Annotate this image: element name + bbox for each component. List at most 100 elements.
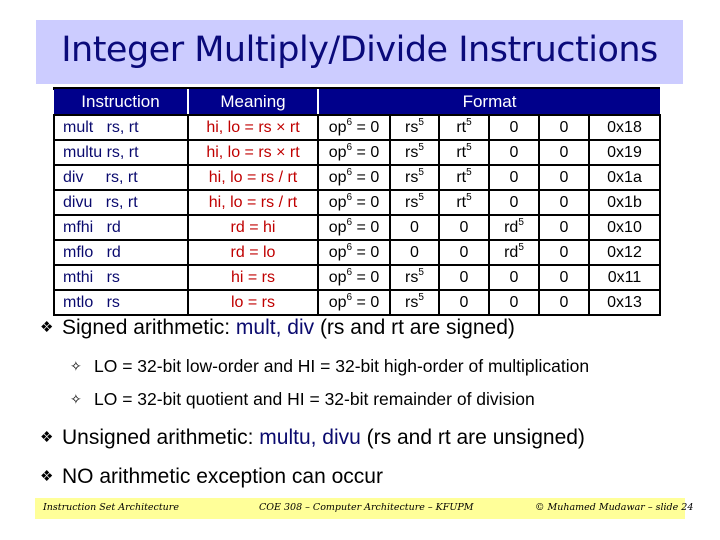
table-row: div rs, rt hi, lo = rs / rt op6 = 0 rs5 … — [53, 164, 661, 191]
cell-text: op — [328, 118, 347, 136]
cell-text: 0x11 — [607, 268, 642, 286]
field-shamt-cell: 0 — [538, 164, 590, 191]
opcode-cell: op6 = 0 — [317, 214, 391, 241]
cell-text: hi, lo = rs × rt — [206, 143, 300, 161]
opcode-cell: op6 = 0 — [317, 114, 391, 141]
table-row: mfhi rd rd = hi op6 = 0 0 0 rd5 0 0x10 — [53, 214, 661, 241]
header-meaning: Meaning — [187, 89, 318, 116]
field-shamt-cell: 0 — [538, 189, 590, 216]
header-instruction: Instruction — [54, 89, 188, 116]
bullet-highlight: mult, div — [235, 316, 315, 339]
instruction-cell: mflo rd — [53, 239, 189, 266]
meaning-cell: rd = hi — [187, 214, 319, 241]
cell-text: 0 — [459, 268, 469, 286]
cell-text: mult rs, rt — [63, 118, 139, 136]
cell-text: 0 — [559, 193, 569, 211]
bit-width-superscript: 5 — [418, 191, 424, 203]
instruction-cell: divu rs, rt — [53, 189, 189, 216]
cell-text: 0 — [509, 293, 519, 311]
table-row: mflo rd rd = lo op6 = 0 0 0 rd5 0 0x12 — [53, 239, 661, 266]
cell-text: divu rs, rt — [63, 193, 138, 211]
bit-width-superscript: 5 — [418, 266, 424, 278]
meaning-cell: hi, lo = rs / rt — [187, 189, 319, 216]
instruction-cell: div rs, rt — [53, 164, 189, 191]
star-bullet-icon: ✧ — [70, 391, 82, 407]
bit-width-superscript: 5 — [418, 116, 424, 128]
bit-width-superscript: 5 — [418, 166, 424, 178]
cell-text: op — [328, 268, 347, 286]
field-rs-cell: rs5 — [389, 189, 440, 216]
cell-text: 0x13 — [607, 293, 642, 311]
cell-text: rs — [405, 143, 419, 161]
cell-text: op — [328, 243, 347, 261]
field-rd-cell: 0 — [488, 114, 540, 141]
star-bullet-icon: ✧ — [70, 358, 82, 374]
funct-cell: 0x19 — [588, 139, 661, 166]
cell-text: 0 — [509, 143, 519, 161]
cell-text: rs — [405, 168, 419, 186]
cell-text: = 0 — [352, 268, 380, 286]
funct-cell: 0x13 — [588, 289, 661, 316]
diamond-bullet-icon: ❖ — [40, 429, 54, 446]
bit-width-superscript: 5 — [518, 216, 524, 228]
field-rs-cell: 0 — [389, 214, 440, 241]
cell-text: lo = rs — [230, 293, 275, 311]
cell-text: 0 — [459, 218, 469, 236]
instruction-cell: multu rs, rt — [53, 139, 189, 166]
cell-text: = 0 — [352, 193, 380, 211]
funct-cell: 0x11 — [588, 264, 661, 291]
field-rt-cell: 0 — [438, 264, 490, 291]
opcode-cell: op6 = 0 — [317, 139, 391, 166]
sub-bullet-division: ✧ LO = 32-bit quotient and HI = 32-bit re… — [70, 389, 535, 410]
cell-text: op — [328, 218, 347, 236]
cell-text: 0 — [559, 118, 569, 136]
table-header-row: Instruction Meaning Format — [54, 89, 660, 116]
field-rd-cell: 0 — [488, 139, 540, 166]
bullet-unsigned: ❖ Unsigned arithmetic: multu, divu (rs an… — [40, 426, 585, 450]
cell-text: 0 — [509, 193, 519, 211]
cell-text: = 0 — [352, 218, 380, 236]
bit-width-superscript: 5 — [418, 291, 424, 303]
cell-text: hi, lo = rs / rt — [208, 193, 298, 211]
cell-text: 0x10 — [607, 218, 642, 236]
field-rs-cell: rs5 — [389, 114, 440, 141]
sub-bullet-multiplication: ✧ LO = 32-bit low-order and HI = 32-bit h… — [70, 356, 589, 377]
funct-cell: 0x12 — [588, 239, 661, 266]
cell-text: rd = lo — [230, 243, 276, 261]
field-rs-cell: rs5 — [389, 164, 440, 191]
cell-text: 0 — [410, 243, 419, 261]
cell-text: 0 — [459, 243, 469, 261]
table-row: mtlo rs lo = rs op6 = 0 rs5 0 0 0 0x13 — [53, 289, 661, 316]
bit-width-superscript: 5 — [466, 166, 472, 178]
meaning-cell: hi = rs — [187, 264, 319, 291]
cell-text: hi, lo = rs / rt — [208, 168, 298, 186]
field-shamt-cell: 0 — [538, 214, 590, 241]
cell-text: rd = hi — [230, 218, 276, 236]
cell-text: = 0 — [352, 143, 380, 161]
cell-text: 0 — [509, 268, 519, 286]
field-shamt-cell: 0 — [538, 264, 590, 291]
field-rd-cell: 0 — [488, 189, 540, 216]
cell-text: 0x19 — [607, 143, 642, 161]
opcode-cell: op6 = 0 — [317, 164, 391, 191]
cell-text: = 0 — [352, 293, 380, 311]
table-row: multu rs, rt hi, lo = rs × rt op6 = 0 rs… — [53, 139, 661, 166]
cell-text: 0 — [559, 218, 569, 236]
cell-text: op — [328, 168, 347, 186]
bullet-text: (rs and rt are signed) — [314, 316, 515, 339]
field-rt-cell: rt5 — [438, 189, 490, 216]
cell-text: mthi rs — [63, 268, 120, 286]
field-rt-cell: rt5 — [438, 139, 490, 166]
funct-cell: 0x18 — [588, 114, 661, 141]
opcode-cell: op6 = 0 — [317, 189, 391, 216]
field-shamt-cell: 0 — [538, 139, 590, 166]
cell-text: = 0 — [352, 168, 380, 186]
bit-width-superscript: 5 — [466, 191, 472, 203]
cell-text: rd — [504, 218, 519, 236]
cell-text: 0 — [410, 218, 419, 236]
cell-text: rt — [456, 193, 467, 211]
bullet-text: (rs and rt are unsigned) — [360, 426, 585, 449]
field-rt-cell: rt5 — [438, 164, 490, 191]
slide-footer: Instruction Set Architecture COE 308 – C… — [35, 498, 693, 519]
opcode-cell: op6 = 0 — [317, 289, 391, 316]
